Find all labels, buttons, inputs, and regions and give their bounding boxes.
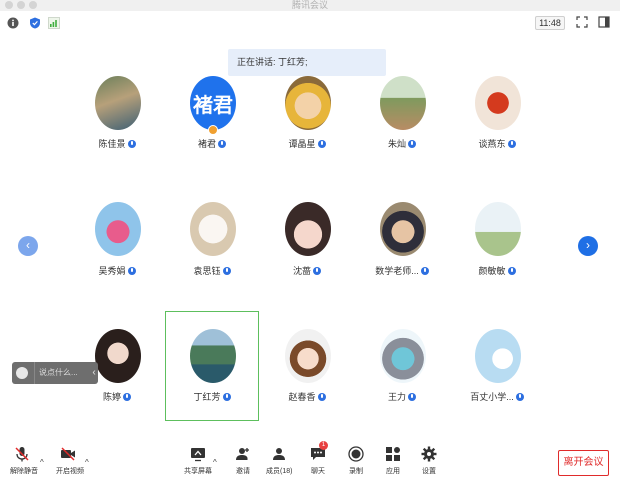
- avatar: 褚君: [190, 76, 236, 130]
- participant-tile[interactable]: 袁思钰: [165, 192, 259, 302]
- participant-name: 朱灿: [387, 139, 406, 149]
- microphone-icon: [408, 140, 416, 148]
- avatar: [475, 329, 521, 383]
- leave-meeting-button[interactable]: 离开会议: [558, 450, 609, 476]
- microphone-icon: [317, 393, 326, 401]
- info-icon[interactable]: [7, 17, 19, 29]
- previous-page-button[interactable]: ‹: [18, 236, 38, 256]
- invite-label: 邀请: [236, 468, 250, 475]
- layout-toggle-icon[interactable]: [598, 16, 610, 28]
- microphone-icon: [507, 140, 516, 148]
- microphone-icon: [127, 140, 136, 148]
- avatar: [380, 202, 426, 256]
- participant-tile[interactable]: 沈蔷: [260, 192, 354, 302]
- start-video-label: 开启视频: [56, 468, 84, 475]
- title-bar: 腾讯会议: [0, 0, 620, 11]
- microphone-icon: [218, 140, 226, 148]
- avatar: [190, 329, 236, 383]
- microphone-icon: [515, 393, 524, 401]
- microphone-icon: [408, 393, 416, 401]
- participant-name: 谈燕东: [478, 139, 506, 149]
- apps-label: 应用: [386, 468, 400, 475]
- participant-tile[interactable]: 褚君 褚君: [165, 66, 259, 176]
- bottom-control-bar: 解除静音 ^ 开启视频 ^ 共享屏幕 ^ 邀请 成员(18) 1 聊天 录制 应…: [0, 440, 620, 480]
- network-signal-icon[interactable]: [48, 17, 60, 29]
- participant-tile-active-speaker[interactable]: 丁红芳: [165, 311, 259, 421]
- participant-tile[interactable]: 颜敏敏: [450, 192, 544, 302]
- participant-tile[interactable]: 谭晶星: [260, 66, 354, 176]
- participant-name: 丁红芳: [193, 392, 221, 402]
- participant-name: 谭晶星: [288, 139, 316, 149]
- share-screen-icon: [191, 448, 205, 462]
- settings-label: 设置: [422, 468, 436, 475]
- participant-tile[interactable]: 朱灿: [355, 66, 449, 176]
- top-toolbar: 11:48: [0, 11, 620, 37]
- avatar: [475, 202, 521, 256]
- fullscreen-icon[interactable]: [576, 16, 588, 28]
- security-shield-icon[interactable]: [29, 17, 41, 29]
- emoji-icon[interactable]: [16, 367, 28, 379]
- share-screen-label: 共享屏幕: [184, 468, 212, 475]
- participant-name: 袁思钰: [193, 266, 221, 276]
- participant-name: 百丈小学...: [470, 392, 514, 402]
- meeting-window: 腾讯会议 11:48 正在讲话: 丁红芳; ‹ › 陈佳景 褚君 褚君 谭晶星 …: [0, 0, 620, 480]
- microphone-icon: [222, 267, 231, 275]
- participant-tile[interactable]: 百丈小学...: [450, 311, 544, 421]
- avatar: [190, 202, 236, 256]
- collapse-chevron-icon[interactable]: ‹: [90, 362, 98, 384]
- microphone-icon: [127, 267, 136, 275]
- participant-name: 吴秀娟: [98, 266, 126, 276]
- unmute-label: 解除静音: [10, 468, 38, 475]
- microphone-icon: [420, 267, 429, 275]
- host-badge-icon: [208, 125, 218, 135]
- microphone-icon: [222, 393, 231, 401]
- participant-name: 颜敏敏: [478, 266, 506, 276]
- avatar: [95, 202, 141, 256]
- muted-microphone-icon: [15, 447, 29, 462]
- participant-tile[interactable]: 陈佳景: [70, 66, 164, 176]
- microphone-icon: [507, 267, 516, 275]
- share-options-caret-icon[interactable]: ^: [213, 458, 217, 467]
- avatar: [285, 202, 331, 256]
- participant-name: 沈蔷: [292, 266, 311, 276]
- apps-grid-icon: [386, 447, 400, 461]
- record-icon: [348, 446, 364, 462]
- window-title: 腾讯会议: [291, 0, 328, 10]
- members-icon: [273, 448, 285, 460]
- avatar: [380, 329, 426, 383]
- chat-unread-badge: 1: [319, 441, 328, 450]
- meeting-clock: 11:48: [535, 16, 565, 30]
- record-label: 录制: [349, 468, 363, 475]
- participant-tile[interactable]: 吴秀娟: [70, 192, 164, 302]
- participant-name: 褚君: [197, 139, 216, 149]
- participant-tile[interactable]: 数学老师...: [355, 192, 449, 302]
- video-off-icon: [61, 447, 75, 461]
- avatar: [380, 76, 426, 130]
- participant-tile[interactable]: 赵春香: [260, 311, 354, 421]
- microphone-icon: [123, 393, 131, 401]
- participant-name: 陈佳景: [98, 139, 126, 149]
- microphone-icon: [317, 140, 326, 148]
- participant-tile[interactable]: 谈燕东: [450, 66, 544, 176]
- microphone-icon: [313, 267, 321, 275]
- chat-placeholder[interactable]: 说点什么...: [34, 362, 84, 384]
- participant-name: 陈婷: [102, 392, 121, 402]
- video-options-caret-icon[interactable]: ^: [85, 458, 89, 467]
- gear-icon: [421, 446, 437, 462]
- avatar: [285, 76, 331, 130]
- invite-person-icon: [236, 448, 249, 460]
- avatar: [95, 76, 141, 130]
- next-page-button[interactable]: ›: [578, 236, 598, 256]
- avatar: [95, 329, 141, 383]
- participant-tile[interactable]: 王力: [355, 311, 449, 421]
- avatar: [285, 329, 331, 383]
- chat-label: 聊天: [311, 468, 325, 475]
- participant-name: 王力: [387, 392, 406, 402]
- participant-name: 数学老师...: [375, 266, 419, 276]
- avatar: [475, 76, 521, 130]
- members-label: 成员(18): [266, 468, 293, 475]
- participant-name: 赵春香: [288, 392, 316, 402]
- chat-input-overlay[interactable]: 说点什么... ‹: [12, 362, 98, 384]
- audio-options-caret-icon[interactable]: ^: [40, 458, 44, 467]
